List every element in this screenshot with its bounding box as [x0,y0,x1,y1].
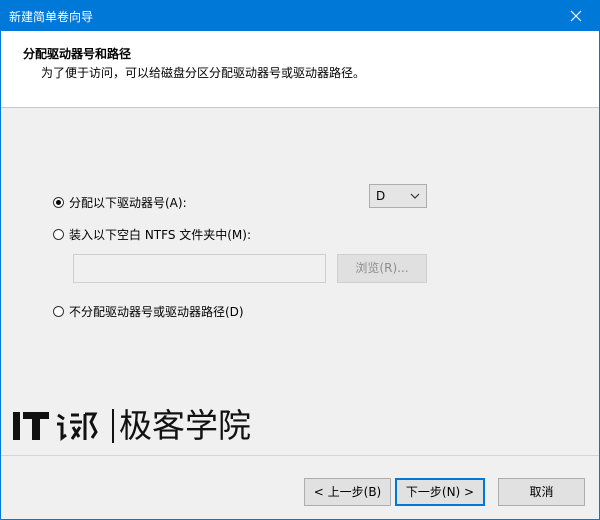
page-header: 分配驱动器号和路径 为了便于访问，可以给磁盘分区分配驱动器号或驱动器路径。 [1,31,599,108]
back-button[interactable]: < 上一步(B) [304,478,391,506]
assign-letter-label: 分配以下驱动器号(A): [69,196,187,210]
brand-watermark: 极客学院 [13,405,273,447]
mount-folder-radio[interactable] [53,229,64,240]
next-button[interactable]: 下一步(N) > [395,478,485,506]
mount-folder-option[interactable]: 装入以下空白 NTFS 文件夹中(M): [53,226,251,243]
window-title: 新建简单卷向导 [9,10,94,24]
brand-divider [112,409,114,443]
chevron-down-icon [410,193,420,199]
footer-divider [1,455,599,456]
brand-text: 极客学院 [119,406,251,445]
browse-button[interactable]: 浏览(R)... [337,254,427,283]
cancel-button[interactable]: 取消 [498,478,585,506]
wizard-window: 新建简单卷向导 分配驱动器号和路径 为了便于访问，可以给磁盘分区分配驱动器号或驱… [0,0,600,520]
title-bar: 新建简单卷向导 [1,1,599,31]
it-logo-icon [13,412,98,441]
close-icon [570,10,582,22]
folder-path-input[interactable] [73,254,326,283]
page-title: 分配驱动器号和路径 [23,47,132,61]
drive-letter-value: D [376,189,386,203]
assign-letter-radio[interactable] [53,197,64,208]
assign-letter-option[interactable]: 分配以下驱动器号(A): [53,194,187,211]
no-assign-label: 不分配驱动器号或驱动器路径(D) [69,305,244,319]
no-assign-radio[interactable] [53,306,64,317]
drive-letter-select[interactable]: D [369,184,427,208]
page-subtitle: 为了便于访问，可以给磁盘分区分配驱动器号或驱动器路径。 [41,66,366,80]
mount-folder-label: 装入以下空白 NTFS 文件夹中(M): [69,228,252,242]
close-button[interactable] [553,1,599,31]
no-assign-option[interactable]: 不分配驱动器号或驱动器路径(D) [53,303,244,320]
